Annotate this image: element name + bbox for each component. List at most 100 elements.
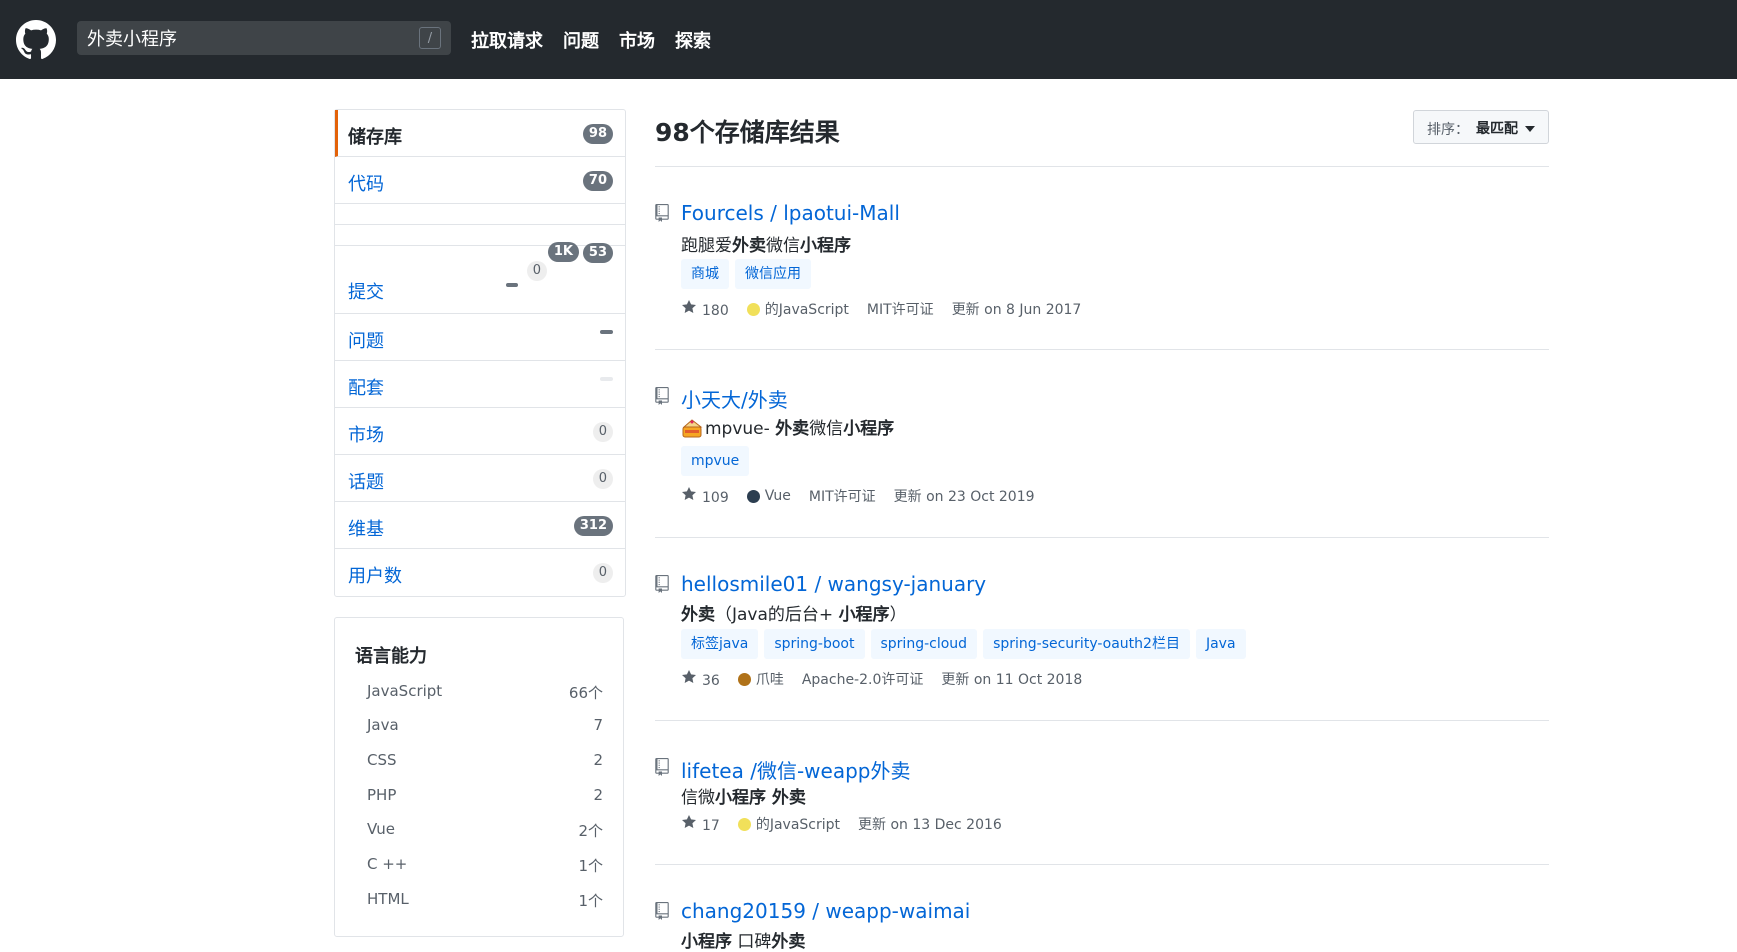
repo-icon bbox=[655, 204, 669, 222]
sort-dropdown[interactable]: 排序： 最匹配 bbox=[1413, 110, 1549, 144]
topic-tag[interactable]: 微信应用 bbox=[735, 259, 811, 289]
nav-pull-requests[interactable]: 拉取请求 bbox=[471, 27, 543, 53]
counter-badge: 70 bbox=[582, 171, 613, 191]
language-filter[interactable]: JavaScript 66个 bbox=[367, 682, 603, 716]
language-count: 2 bbox=[593, 786, 603, 804]
highlighted-term: 外卖 bbox=[732, 236, 766, 256]
star-count: 180 bbox=[702, 303, 729, 319]
menu-item-code[interactable]: 代码 70 bbox=[335, 157, 625, 204]
menu-item-label: 用户数 bbox=[348, 566, 402, 587]
topic-tag[interactable]: 商城 bbox=[681, 259, 729, 289]
description-text: （Java的后台+ bbox=[715, 605, 839, 625]
repo-name-link[interactable]: Fourcels / lpaotui-Mall bbox=[681, 201, 900, 225]
updated-date: 更新 on 11 Oct 2018 bbox=[941, 672, 1083, 688]
language-filter[interactable]: C ++ 1个 bbox=[367, 855, 603, 889]
language-filter[interactable]: Vue 2个 bbox=[367, 820, 603, 854]
language-color-dot bbox=[737, 672, 751, 686]
divider bbox=[655, 166, 1549, 167]
menu-item-packages[interactable]: 配套 bbox=[335, 361, 625, 408]
description-text: ） bbox=[889, 605, 907, 625]
license: Apache-2.0许可证 bbox=[801, 672, 924, 688]
divider bbox=[655, 864, 1549, 865]
menu-item-wikis[interactable]: 维基 312 bbox=[335, 502, 625, 549]
menu-item-marketplace[interactable]: 市场 0 bbox=[335, 408, 625, 455]
loading-dash bbox=[506, 283, 518, 287]
highlighted-term: 小程序 bbox=[843, 419, 895, 439]
repo-meta: 36 爪哇 Apache-2.0许可证 更新 on 11 Oct 2018 bbox=[681, 669, 1082, 689]
nav-explore[interactable]: 探索 bbox=[675, 27, 711, 53]
top-header: / 拉取请求 问题 市场 探索 bbox=[0, 0, 1737, 79]
menu-item-issues[interactable]: 问题 bbox=[335, 314, 625, 361]
menu-item-blank-2[interactable] bbox=[335, 225, 625, 246]
repo-icon bbox=[655, 575, 669, 593]
language-filter[interactable]: PHP 2 bbox=[367, 786, 603, 820]
topic-tag[interactable]: mpvue bbox=[681, 446, 750, 476]
description-text: 微信 bbox=[809, 419, 844, 439]
language-name: PHP bbox=[367, 786, 397, 804]
topic-list: 标签java spring-boot spring-cloud spring-secu… bbox=[681, 629, 1246, 659]
menu-item-label: 市场 bbox=[348, 425, 384, 446]
nav-issues[interactable]: 问题 bbox=[563, 27, 599, 53]
language-count: 1个 bbox=[578, 857, 603, 875]
language-count: 1个 bbox=[578, 892, 603, 910]
github-logo-icon[interactable] bbox=[16, 20, 56, 60]
search-type-menu: 储存库 98 代码 70 53 1K 0 提交 问题 配套 市场 0 话题 0 … bbox=[334, 109, 626, 597]
topic-tag[interactable]: Java bbox=[1195, 629, 1246, 659]
menu-item-users[interactable]: 用户数 0 bbox=[335, 549, 625, 596]
language-name: 的JavaScript bbox=[755, 817, 841, 833]
highlighted-term: 外卖 bbox=[775, 419, 810, 439]
topic-tag[interactable]: spring-boot bbox=[764, 629, 865, 659]
search-input[interactable] bbox=[77, 21, 407, 55]
sort-label: 排序： bbox=[1427, 122, 1469, 138]
counter-badge: 1K bbox=[547, 242, 579, 262]
language-filter[interactable]: CSS 2 bbox=[367, 751, 603, 785]
topic-tag[interactable]: 标签java bbox=[681, 629, 759, 659]
menu-item-label: 储存库 bbox=[348, 127, 402, 148]
language-name: 的JavaScript bbox=[764, 302, 849, 318]
highlighted-term: 外卖 bbox=[681, 605, 715, 625]
menu-item-topics[interactable]: 话题 0 bbox=[335, 455, 625, 502]
sort-value: 最匹配 bbox=[1476, 121, 1518, 137]
language-color-dot bbox=[746, 302, 760, 316]
counter-badge: 98 bbox=[582, 124, 613, 144]
repo-description: mpvue- 外卖微信小程序 bbox=[681, 414, 894, 440]
repo-name-link[interactable]: 小天大/外卖 bbox=[681, 384, 788, 413]
language-name: Vue bbox=[367, 820, 395, 838]
menu-item-commits[interactable]: 53 1K 0 提交 bbox=[335, 242, 625, 314]
star-count: 36 bbox=[702, 673, 720, 689]
description-text: 口碑 bbox=[732, 932, 772, 952]
language-name: Java bbox=[367, 716, 399, 734]
menu-item-blank[interactable] bbox=[335, 204, 625, 225]
divider bbox=[655, 537, 1549, 538]
repo-name-link[interactable]: lifetea /微信-weapp外卖 bbox=[681, 755, 910, 784]
nav-marketplace[interactable]: 市场 bbox=[619, 27, 655, 53]
counter-badge: 0 bbox=[526, 261, 547, 281]
counter-badge: 0 bbox=[592, 563, 613, 583]
divider bbox=[655, 720, 1549, 721]
divider bbox=[655, 349, 1549, 350]
repo-icon bbox=[655, 902, 669, 920]
stargazers-link[interactable]: 17 bbox=[681, 814, 720, 834]
highlighted-term: 小程序 bbox=[838, 605, 890, 625]
caret-down-icon bbox=[1525, 126, 1535, 132]
repo-description: 跑腿爱外卖微信小程序 bbox=[681, 231, 851, 256]
repo-icon bbox=[655, 387, 669, 405]
repo-description: 外卖（Java的后台+ 小程序） bbox=[681, 600, 907, 625]
language-filter[interactable]: HTML 1个 bbox=[367, 890, 603, 924]
repo-description: 信微小程序 外卖 bbox=[681, 783, 806, 808]
language-count: 2 bbox=[593, 751, 603, 769]
cake-emoji bbox=[682, 419, 703, 438]
topic-tag[interactable]: spring-cloud bbox=[870, 629, 978, 659]
menu-item-repositories[interactable]: 储存库 98 bbox=[335, 110, 625, 157]
language-name: C ++ bbox=[367, 855, 408, 873]
repo-name-link[interactable]: chang20159 / weapp-waimai bbox=[681, 899, 970, 923]
star-icon bbox=[682, 487, 696, 500]
topic-tag[interactable]: spring-security-oauth2栏目 bbox=[983, 629, 1190, 659]
language-filter[interactable]: Java 7 bbox=[367, 716, 603, 750]
repo-name-link[interactable]: hellosmile01 / wangsy-january bbox=[681, 572, 986, 596]
languages-title: 语言能力 bbox=[355, 646, 427, 667]
counter-badge: 0 bbox=[592, 469, 613, 489]
stargazers-link[interactable]: 180 bbox=[681, 299, 729, 319]
stargazers-link[interactable]: 36 bbox=[681, 669, 720, 689]
stargazers-link[interactable]: 109 bbox=[681, 486, 729, 506]
